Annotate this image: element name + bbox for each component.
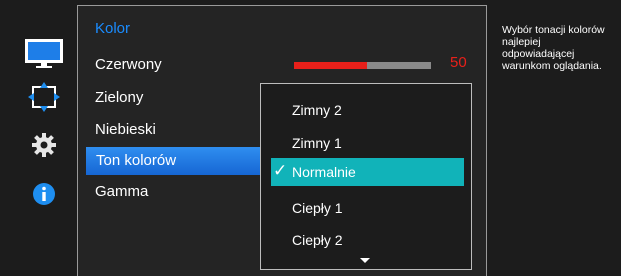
help-text: Wybór tonacji kolorów najlepiej odpowiad…: [502, 24, 605, 72]
option-warm-1[interactable]: Ciepły 1: [292, 200, 343, 216]
menu-item-red[interactable]: Czerwony: [95, 56, 162, 73]
option-warm-2[interactable]: Ciepły 2: [292, 232, 343, 248]
red-slider[interactable]: [294, 62, 431, 69]
icon-sidebar: [0, 0, 76, 276]
option-cool-2[interactable]: Zimny 2: [292, 102, 342, 118]
info-icon[interactable]: [24, 177, 64, 211]
menu-item-color-tone-label: Ton kolorów: [96, 152, 177, 169]
monitor-icon[interactable]: [24, 37, 64, 71]
menu-item-gamma[interactable]: Gamma: [95, 183, 148, 200]
menu-item-green[interactable]: Zielony: [95, 89, 143, 106]
move-arrows-icon[interactable]: [24, 80, 64, 114]
option-normal[interactable]: ✓ Normalnie: [271, 158, 464, 186]
checkmark-icon: ✓: [273, 161, 288, 180]
red-slider-fill: [294, 62, 367, 69]
menu-item-blue[interactable]: Niebieski: [95, 121, 156, 138]
gear-icon[interactable]: [24, 128, 64, 162]
scroll-down-arrow-icon[interactable]: [360, 258, 370, 263]
menu-title: Kolor: [95, 20, 131, 37]
option-cool-1[interactable]: Zimny 1: [292, 135, 342, 151]
option-normal-label: Normalnie: [292, 164, 356, 180]
color-tone-dropdown: Zimny 2 Zimny 1 ✓ Normalnie Ciepły 1 Cie…: [260, 83, 472, 270]
red-slider-value: 50: [450, 54, 467, 71]
osd-window: Kolor Czerwony Zielony Niebieski Ton kol…: [0, 0, 621, 276]
menu-item-color-tone[interactable]: Ton kolorów: [86, 147, 264, 175]
